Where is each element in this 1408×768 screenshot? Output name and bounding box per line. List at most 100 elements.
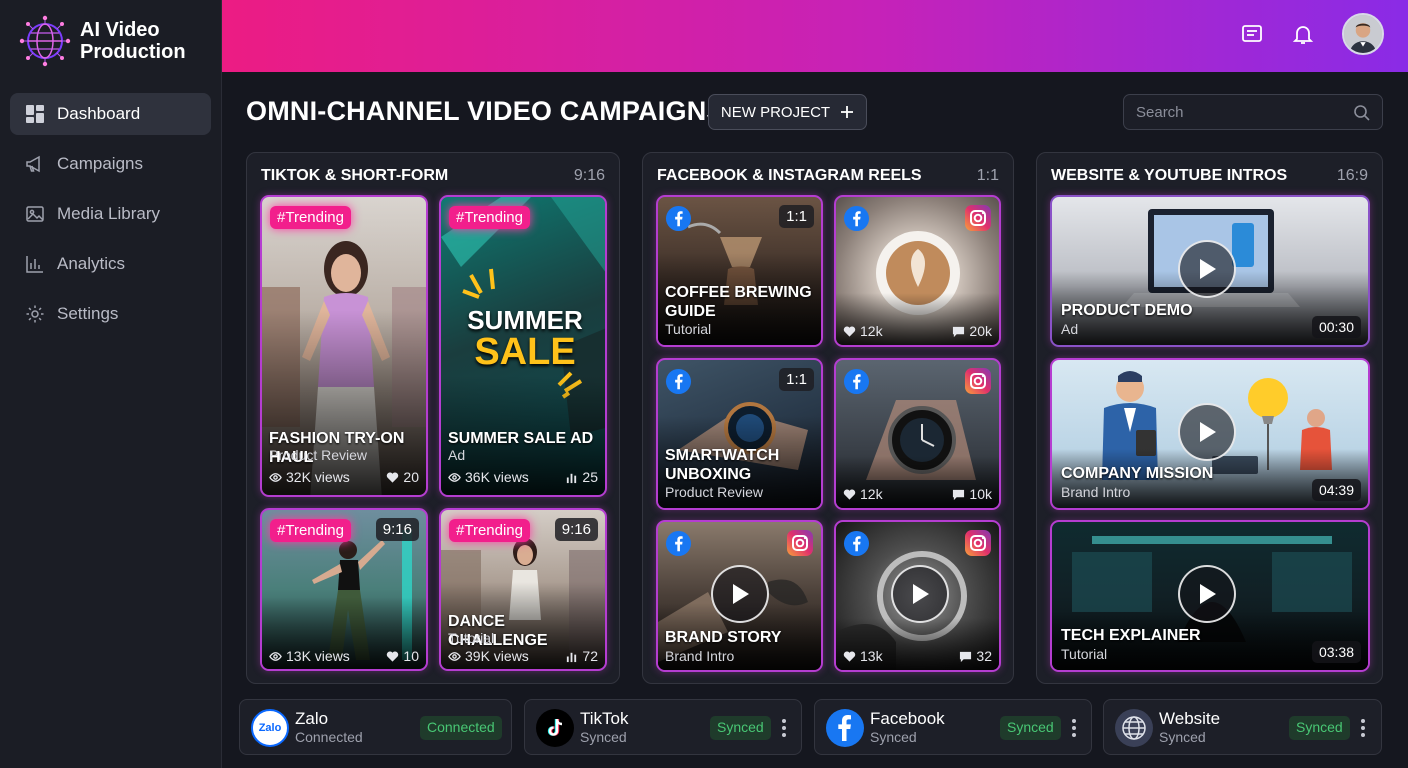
video-card-watch-mono[interactable]: 13k 32 [834, 520, 1001, 672]
card-title-line1: COFFEE BREWING [665, 284, 812, 301]
card-title: BRAND STORY [665, 629, 782, 646]
new-project-button[interactable]: NEW PROJECT [708, 94, 867, 130]
status-badge: Synced [1289, 716, 1350, 740]
video-duration: 00:30 [1311, 316, 1361, 338]
comment-icon [953, 326, 965, 337]
aspect-ratio-badge: 9:16 [375, 518, 419, 541]
heart-icon [387, 650, 399, 662]
aspect-ratio-badge: 9:16 [554, 518, 598, 541]
play-button[interactable] [1178, 403, 1236, 461]
more-options-icon[interactable] [1358, 716, 1368, 740]
integration-name: Facebook [870, 709, 945, 728]
sidebar-item-label: Analytics [57, 254, 126, 273]
integration-status: Connected [295, 729, 363, 745]
card-title: SUMMER SALE AD [448, 430, 594, 447]
search-input[interactable] [1124, 95, 1382, 129]
play-button[interactable] [891, 565, 949, 623]
sidebar-item-settings[interactable]: Settings [10, 293, 211, 335]
play-button[interactable] [1178, 240, 1236, 298]
card-title: COMPANY MISSION [1061, 465, 1214, 482]
heart-icon [843, 488, 856, 500]
likes-count: 12k [860, 486, 883, 502]
sidebar-item-campaigns[interactable]: Campaigns [10, 143, 211, 185]
zalo-icon: Zalo [251, 709, 289, 747]
video-card-company-mission[interactable]: COMPANY MISSION Brand Intro 04:39 [1050, 358, 1370, 510]
views-count: 13K views [286, 648, 350, 664]
tiktok-icon [536, 709, 574, 747]
card-subtitle: Ad [1061, 321, 1079, 337]
panel-aspect-ratio: 9:16 [573, 167, 605, 184]
stat-count: 72 [582, 648, 598, 664]
facebook-icon [843, 530, 870, 557]
integration-facebook[interactable]: Facebook Synced Synced [814, 699, 1092, 755]
video-card-smartwatch-unboxing[interactable]: 1:1 SMARTWATCH UNBOXING Product Review [656, 358, 823, 510]
app-name-line1: AI Video [80, 19, 160, 41]
zalo-logo-text: Zalo [258, 722, 282, 734]
video-duration: 03:38 [1311, 641, 1361, 663]
card-subtitle: Product Review [269, 447, 368, 463]
app-logo[interactable]: AI Video Production [18, 14, 186, 68]
card-stats: 32K views 20 [269, 469, 419, 485]
sidebar-item-label: Campaigns [57, 154, 143, 173]
user-avatar[interactable] [1342, 13, 1384, 55]
heart-icon [387, 471, 399, 483]
card-title-line2: UNBOXING [665, 466, 752, 483]
integration-status: Synced [870, 729, 917, 745]
image-icon [26, 206, 44, 222]
integration-zalo[interactable]: Zalo Zalo Connected Connected [239, 699, 512, 755]
bell-icon[interactable] [1291, 22, 1315, 46]
facebook-icon [665, 530, 692, 557]
bar-chart-icon [567, 652, 577, 662]
integration-name: Zalo [295, 709, 329, 728]
bar-chart-icon [567, 473, 577, 483]
sidebar-item-analytics[interactable]: Analytics [10, 243, 211, 285]
panel-title: FACEBOOK & INSTAGRAM REELS [657, 167, 922, 184]
video-card-dance-clip[interactable]: #Trending 9:16 13K views 10 [260, 508, 428, 671]
aspect-ratio-badge: 1:1 [779, 205, 814, 228]
video-card-coffee-brewing[interactable]: 1:1 COFFEE BREWING GUIDE Tutorial [656, 195, 823, 347]
trending-badge: #Trending [449, 519, 530, 542]
panel-title: WEBSITE & YOUTUBE INTROS [1051, 167, 1288, 184]
instagram-icon [965, 368, 991, 394]
video-card-tech-explainer[interactable]: TECH EXPLAINER Tutorial 03:38 [1050, 520, 1370, 672]
card-subtitle: Brand Intro [1061, 484, 1131, 500]
play-button[interactable] [711, 565, 769, 623]
eye-icon [269, 651, 282, 661]
more-options-icon[interactable] [1069, 716, 1079, 740]
card-subtitle: Brand Intro [665, 648, 735, 664]
card-title: PRODUCT DEMO [1061, 302, 1193, 319]
website-youtube-panel: WEBSITE & YOUTUBE INTROS 16:9 PRODUCT DE… [1036, 152, 1383, 684]
video-card-summer-sale[interactable]: SUMMER SALE #Trending SUMMER SALE AD Ad … [439, 195, 607, 497]
search-icon[interactable] [1353, 104, 1371, 122]
video-card-fashion-haul[interactable]: #Trending FASHION TRY-ON HAUL Product Re… [260, 195, 428, 497]
message-icon[interactable] [1240, 22, 1264, 46]
facebook-icon [665, 205, 692, 232]
more-options-icon[interactable] [779, 716, 789, 740]
video-card-dance-challenge[interactable]: #Trending 9:16 DANCE CHALLENGE Tutorial … [439, 508, 607, 671]
video-card-product-demo[interactable]: PRODUCT DEMO Ad 00:30 [1050, 195, 1370, 347]
sidebar-item-media-library[interactable]: Media Library [10, 193, 211, 235]
top-bar [222, 0, 1408, 72]
card-stats: 13k 32 [843, 648, 992, 664]
video-duration: 04:39 [1311, 479, 1361, 501]
status-badge: Connected [420, 716, 502, 740]
eye-icon [448, 651, 461, 661]
tiktok-panel: TIKTOK & SHORT-FORM 9:16 #Trending FASHI… [246, 152, 620, 684]
heart-icon [843, 650, 856, 662]
instagram-icon [787, 530, 813, 556]
integration-website[interactable]: Website Synced Synced [1103, 699, 1382, 755]
video-card-latte-art[interactable]: 12k 20k [834, 195, 1001, 347]
integration-status: Synced [580, 729, 627, 745]
sidebar-item-label: Settings [57, 304, 119, 323]
integration-name: TikTok [580, 709, 629, 728]
instagram-icon [965, 205, 991, 231]
integration-tiktok[interactable]: TikTok Synced Synced [524, 699, 802, 755]
card-subtitle: Tutorial [1061, 646, 1108, 662]
panel-aspect-ratio: 16:9 [1336, 167, 1368, 184]
play-button[interactable] [1178, 565, 1236, 623]
video-card-brand-story[interactable]: BRAND STORY Brand Intro [656, 520, 823, 672]
video-card-watch-closeup[interactable]: 12k 10k [834, 358, 1001, 510]
card-subtitle: Tutorial [448, 630, 495, 646]
card-title: TECH EXPLAINER [1061, 627, 1201, 644]
sidebar-item-dashboard[interactable]: Dashboard [10, 93, 211, 135]
